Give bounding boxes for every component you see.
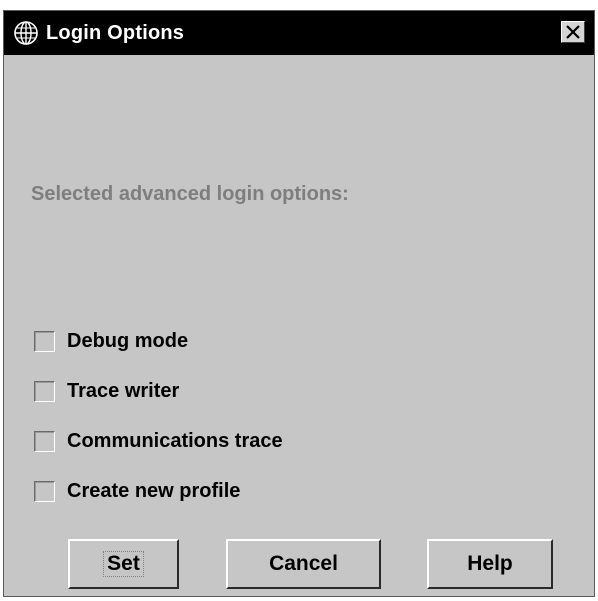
debug-mode-label[interactable]: Debug mode xyxy=(67,327,188,355)
communications-trace-label[interactable]: Communications trace xyxy=(67,427,283,455)
help-button-label: Help xyxy=(467,552,513,575)
globe-icon xyxy=(13,20,39,46)
close-icon xyxy=(566,25,580,39)
debug-mode-checkbox[interactable] xyxy=(34,331,55,352)
trace-writer-label[interactable]: Trace writer xyxy=(67,377,179,405)
cancel-button-label: Cancel xyxy=(269,552,338,575)
title-bar[interactable]: Login Options xyxy=(4,11,594,55)
communications-trace-checkbox[interactable] xyxy=(34,431,55,452)
login-options-dialog: Login Options Selected advanced login op… xyxy=(3,10,595,597)
close-button[interactable] xyxy=(561,21,585,43)
help-button[interactable]: Help xyxy=(427,539,553,589)
options-prompt-label: Selected advanced login options: xyxy=(31,183,349,205)
window-title: Login Options xyxy=(46,22,185,44)
set-button-label: Set xyxy=(103,551,144,577)
set-button[interactable]: Set xyxy=(68,539,179,589)
trace-writer-checkbox[interactable] xyxy=(34,381,55,402)
create-new-profile-label[interactable]: Create new profile xyxy=(67,477,240,505)
create-new-profile-checkbox[interactable] xyxy=(34,481,55,502)
cancel-button[interactable]: Cancel xyxy=(226,539,381,589)
